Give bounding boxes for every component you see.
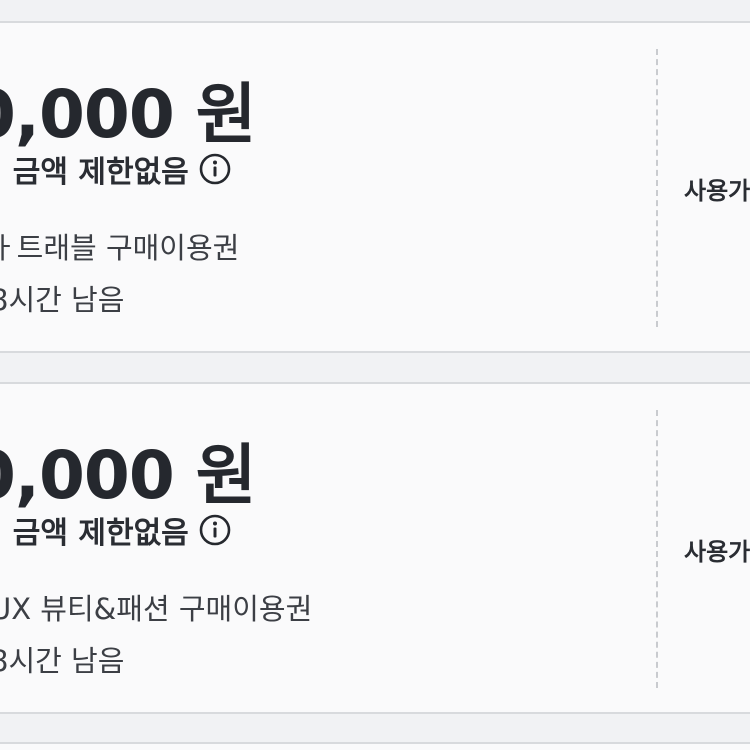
use-coupon-button[interactable]: 사용가	[684, 171, 750, 206]
coupon-amount-text: 0,000 원	[0, 437, 256, 514]
coupon-amount: 0,000 원	[0, 422, 256, 518]
coupon-list: 0,000 원 l 금액 제한없음 ㅏ트래블 구매이용권 8시간 남음 사용가 …	[0, 0, 750, 750]
coupon-amount: 0,000 원	[0, 61, 256, 157]
coupon-card	[0, 742, 750, 750]
coupon-name: UX 뷰티&패션 구매이용권	[0, 592, 313, 626]
coupon-remaining-time: 8시간 남음	[0, 644, 125, 678]
info-circle-icon[interactable]	[199, 514, 231, 546]
coupon-card: 0,000 원 l 금액 제한없음 ㅏ트래블 구매이용권 8시간 남음 사용가	[0, 21, 750, 353]
coupon-divider	[656, 49, 658, 327]
coupon-condition: l 금액 제한없음	[0, 147, 231, 191]
info-circle-icon[interactable]	[199, 153, 231, 185]
coupon-condition-text: l 금액 제한없음	[0, 516, 189, 551]
coupon-condition-text: l 금액 제한없음	[0, 155, 189, 190]
coupon-name: ㅏ트래블 구매이용권	[0, 231, 240, 265]
use-coupon-button[interactable]: 사용가	[684, 532, 750, 567]
coupon-condition: l 금액 제한없음	[0, 508, 231, 552]
coupon-divider	[656, 410, 658, 688]
coupon-amount-text: 0,000 원	[0, 76, 256, 153]
coupon-card: 0,000 원 l 금액 제한없음 UX 뷰티&패션 구매이용권 8시간 남음 …	[0, 382, 750, 714]
coupon-remaining-time: 8시간 남음	[0, 283, 125, 317]
